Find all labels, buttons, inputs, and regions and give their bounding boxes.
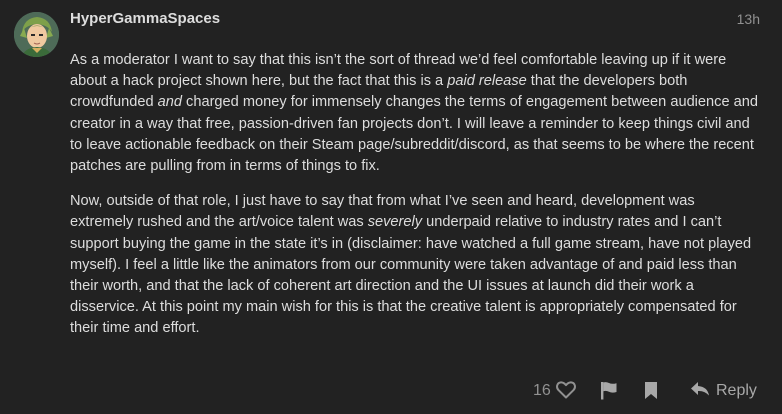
post-actions: 16 Reply (0, 378, 782, 404)
bookmark-icon[interactable] (644, 381, 658, 405)
post-timestamp[interactable]: 13h (737, 11, 760, 27)
reply-arrow-icon (690, 381, 710, 402)
reply-label: Reply (716, 382, 757, 399)
p1-emphasis-paid-release: paid release (447, 73, 527, 90)
post-paragraph-2: Now, outside of that role, I just have t… (70, 191, 760, 339)
p1-emphasis-and: and (157, 94, 182, 111)
post-paragraph-1: As a moderator I want to say that this i… (70, 50, 760, 177)
post-body: As a moderator I want to say that this i… (70, 50, 760, 354)
like-count[interactable]: 16 (533, 382, 551, 400)
avatar[interactable] (14, 12, 59, 57)
flag-icon[interactable] (600, 381, 618, 405)
heart-outline-icon[interactable] (556, 381, 576, 404)
reply-button[interactable]: Reply (690, 378, 757, 404)
username[interactable]: HyperGammaSpaces (70, 10, 220, 27)
avatar-image (14, 12, 59, 57)
p2-text-b: underpaid relative to industry rates and… (70, 214, 752, 337)
p2-emphasis-severely: severely (367, 214, 423, 231)
